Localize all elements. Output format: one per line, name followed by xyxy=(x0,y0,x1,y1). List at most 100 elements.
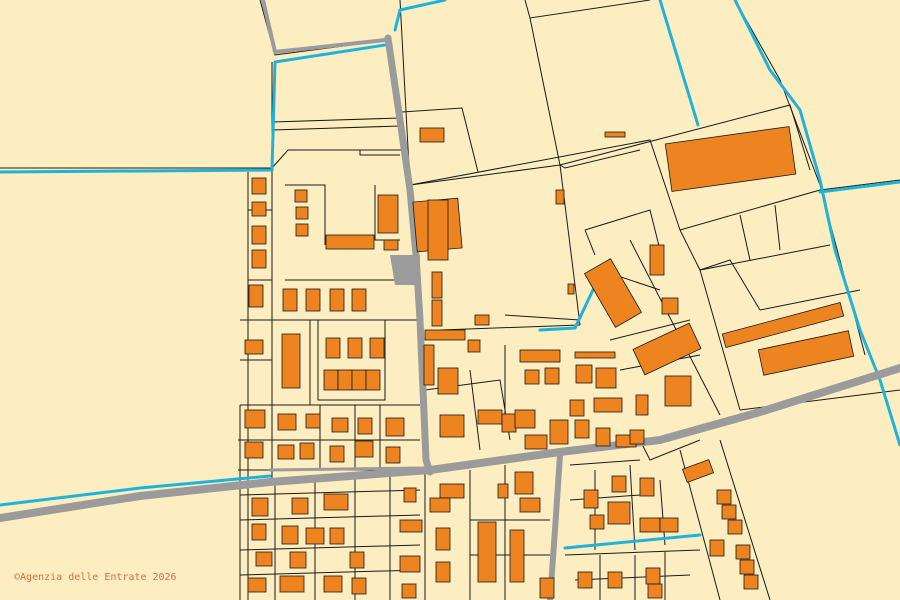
building xyxy=(251,225,267,245)
building xyxy=(291,497,309,515)
building xyxy=(437,367,459,395)
building xyxy=(435,561,451,583)
attribution-text: Agenzia delle Entrate 2026 xyxy=(20,572,177,583)
building xyxy=(524,369,540,385)
building xyxy=(743,574,759,590)
building xyxy=(474,314,490,326)
building xyxy=(735,544,751,560)
building xyxy=(299,442,315,460)
building xyxy=(305,527,325,545)
building xyxy=(323,575,343,593)
building xyxy=(649,244,665,276)
building xyxy=(279,575,305,593)
building xyxy=(325,337,341,359)
road xyxy=(268,466,422,472)
building xyxy=(647,583,663,599)
building xyxy=(439,483,465,499)
building xyxy=(509,529,525,583)
building xyxy=(419,127,445,143)
building xyxy=(325,234,375,250)
building xyxy=(281,525,299,545)
building xyxy=(255,551,273,567)
building xyxy=(431,299,443,327)
building xyxy=(709,539,725,557)
building xyxy=(431,271,443,299)
building xyxy=(501,413,517,433)
building xyxy=(539,577,555,599)
building xyxy=(477,409,503,425)
building xyxy=(524,434,548,450)
building xyxy=(497,483,509,499)
building xyxy=(251,201,267,217)
building xyxy=(555,189,565,205)
building xyxy=(645,567,661,585)
map-canvas[interactable] xyxy=(0,0,900,600)
building xyxy=(607,571,623,589)
building xyxy=(611,475,627,493)
building xyxy=(294,189,308,203)
building xyxy=(357,417,373,435)
building xyxy=(399,519,423,533)
building xyxy=(574,419,590,439)
building xyxy=(329,527,345,545)
building xyxy=(519,349,561,363)
building xyxy=(467,339,481,353)
building xyxy=(629,429,645,445)
building xyxy=(399,555,421,573)
building xyxy=(593,397,623,413)
building xyxy=(323,493,349,511)
cadastral-map[interactable]: ©Agenzia delle Entrate 2026 xyxy=(0,0,900,600)
building xyxy=(739,559,755,575)
building xyxy=(354,440,374,458)
building xyxy=(349,551,365,569)
building xyxy=(295,223,309,237)
building xyxy=(277,413,297,431)
building xyxy=(595,427,611,447)
building xyxy=(549,419,569,445)
building xyxy=(281,333,301,389)
building xyxy=(323,369,339,391)
building xyxy=(589,514,605,530)
building xyxy=(295,206,309,220)
building xyxy=(569,399,585,417)
building xyxy=(477,521,497,583)
map-attribution: ©Agenzia delle Entrate 2026 xyxy=(14,572,177,583)
building xyxy=(247,577,267,593)
building xyxy=(514,471,534,495)
building xyxy=(607,501,631,525)
square xyxy=(390,255,420,285)
building xyxy=(604,131,626,138)
building xyxy=(244,441,264,459)
building xyxy=(635,394,649,416)
building xyxy=(251,523,267,541)
building xyxy=(664,375,692,407)
building xyxy=(329,445,345,463)
building xyxy=(248,284,264,308)
building xyxy=(721,504,737,520)
building xyxy=(351,288,367,312)
building xyxy=(403,487,417,503)
building xyxy=(277,444,295,460)
building xyxy=(659,517,679,533)
building xyxy=(244,339,264,355)
building xyxy=(282,288,298,312)
building xyxy=(351,577,367,595)
building xyxy=(567,283,575,295)
building xyxy=(289,551,307,569)
building xyxy=(439,414,465,438)
building xyxy=(577,571,593,589)
building xyxy=(385,446,401,464)
building xyxy=(244,409,266,429)
canal xyxy=(0,168,274,174)
building xyxy=(329,288,345,312)
building xyxy=(351,369,367,391)
building xyxy=(423,344,435,386)
building xyxy=(383,239,399,251)
building xyxy=(377,194,399,234)
building xyxy=(305,413,321,429)
building xyxy=(385,417,405,437)
building xyxy=(331,417,349,433)
building xyxy=(544,367,560,385)
building xyxy=(716,489,732,505)
building xyxy=(583,489,599,509)
